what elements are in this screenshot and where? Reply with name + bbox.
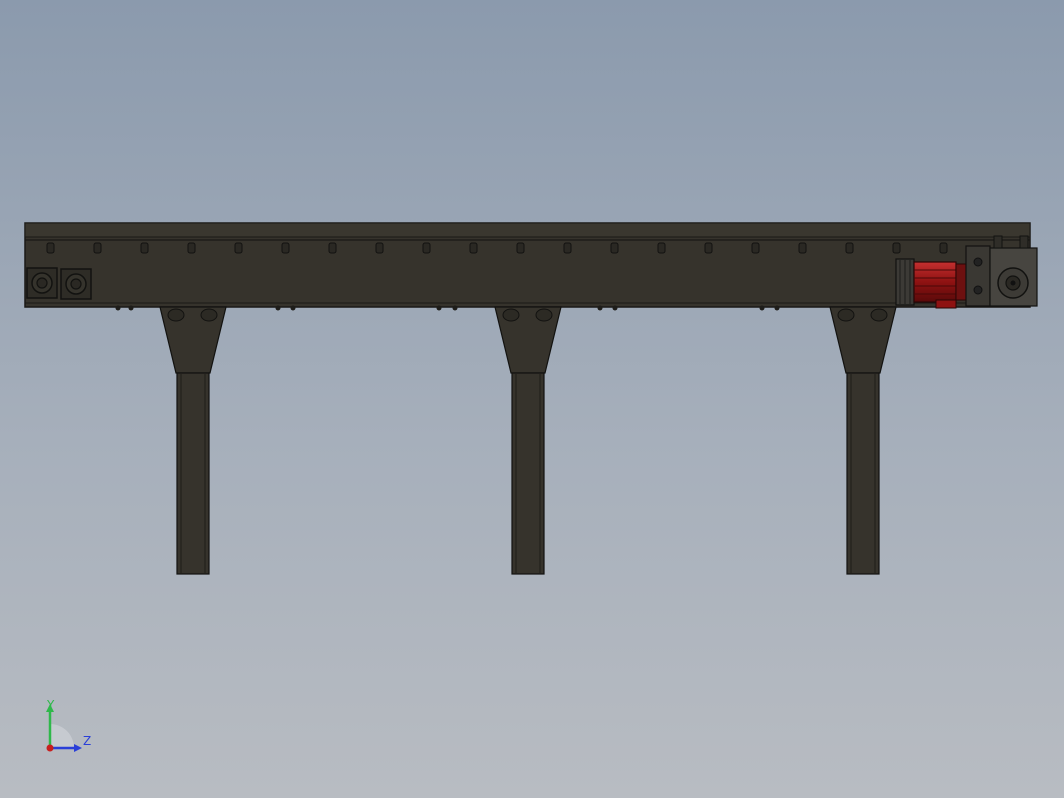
support-leg-3 — [829, 306, 897, 575]
beam-slot — [563, 242, 572, 254]
beam-slot — [140, 242, 149, 254]
beam-bolt — [290, 305, 296, 311]
support-leg-1 — [159, 306, 227, 575]
z-axis-arrowhead — [74, 744, 82, 752]
beam-bolt — [436, 305, 442, 311]
beam-bolt — [612, 305, 618, 311]
support-leg-2 — [494, 306, 562, 575]
beam-slot — [751, 242, 760, 254]
beam-slot — [610, 242, 619, 254]
beam-bolt — [759, 305, 765, 311]
beam-slot — [328, 242, 337, 254]
beam-slot — [892, 242, 901, 254]
beam-slot — [798, 242, 807, 254]
beam-bolt — [275, 305, 281, 311]
beam-slot — [46, 242, 55, 254]
beam-slot — [516, 242, 525, 254]
triad-plane-wedge — [50, 724, 74, 748]
tail-sprocket-right — [60, 268, 92, 300]
beam-slot — [281, 242, 290, 254]
beam-bolt — [128, 305, 134, 311]
conveyor-frame — [24, 222, 1031, 308]
beam-slot — [93, 242, 102, 254]
y-axis-label: Y — [47, 698, 55, 712]
gearbox — [965, 235, 1038, 307]
beam-bolt — [115, 305, 121, 311]
beam-bolt — [452, 305, 458, 311]
beam-bolt — [774, 305, 780, 311]
z-axis-label: Z — [83, 734, 92, 748]
beam-slot — [234, 242, 243, 254]
beam-slot — [187, 242, 196, 254]
beam-slot — [469, 242, 478, 254]
cad-viewport[interactable] — [0, 0, 1064, 798]
beam-slot — [704, 242, 713, 254]
beam-slot — [422, 242, 431, 254]
beam-slot — [845, 242, 854, 254]
beam-slot — [375, 242, 384, 254]
beam-slot — [939, 242, 948, 254]
triad-origin — [46, 744, 54, 752]
conveyor-model[interactable] — [24, 222, 1038, 575]
tail-sprocket-left — [26, 267, 58, 299]
beam-bolt — [597, 305, 603, 311]
beam-slot — [657, 242, 666, 254]
